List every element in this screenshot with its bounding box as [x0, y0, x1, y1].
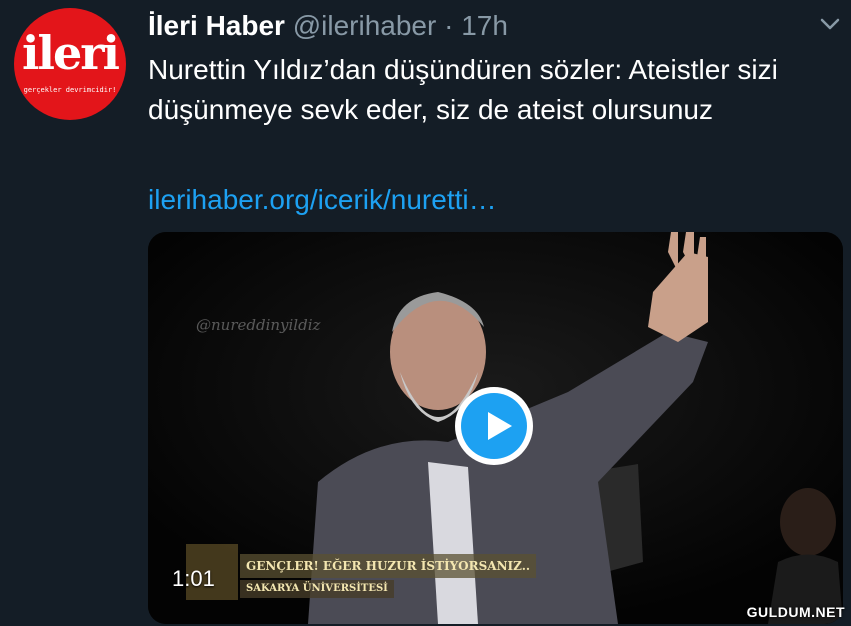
video-player[interactable]: @nureddinyildiz GENÇLER! EĞER HUZUR İSTİ…: [148, 232, 843, 624]
tweet-link[interactable]: ilerihaber.org/icerik/nuretti…: [148, 180, 497, 220]
avatar[interactable]: ileri gerçekler devrimcidir!: [14, 8, 126, 120]
avatar-logo: ileri: [22, 26, 120, 80]
play-icon: [461, 393, 527, 459]
video-caption-subtitle: SAKARYA ÜNİVERSİTESİ: [240, 580, 394, 598]
tweet-text: Nurettin Yıldız’dan düşündüren sözler: A…: [148, 54, 778, 125]
video-caption-title: GENÇLER! EĞER HUZUR İSTİYORSANIZ..: [240, 554, 537, 578]
video-duration: 1:01: [172, 566, 215, 591]
site-watermark: GULDUM.NET: [746, 604, 845, 620]
author-name[interactable]: İleri Haber: [148, 10, 285, 41]
chevron-down-icon[interactable]: [818, 12, 842, 36]
separator: ·: [444, 10, 454, 41]
timestamp[interactable]: 17h: [461, 10, 508, 41]
author-handle[interactable]: @ilerihaber: [293, 10, 437, 41]
avatar-slogan: gerçekler devrimcidir!: [23, 86, 117, 94]
play-button[interactable]: [455, 387, 533, 465]
video-watermark: @nureddinyildiz: [196, 316, 321, 334]
tweet-header: İleri Haber @ilerihaber · 17h: [148, 8, 508, 44]
